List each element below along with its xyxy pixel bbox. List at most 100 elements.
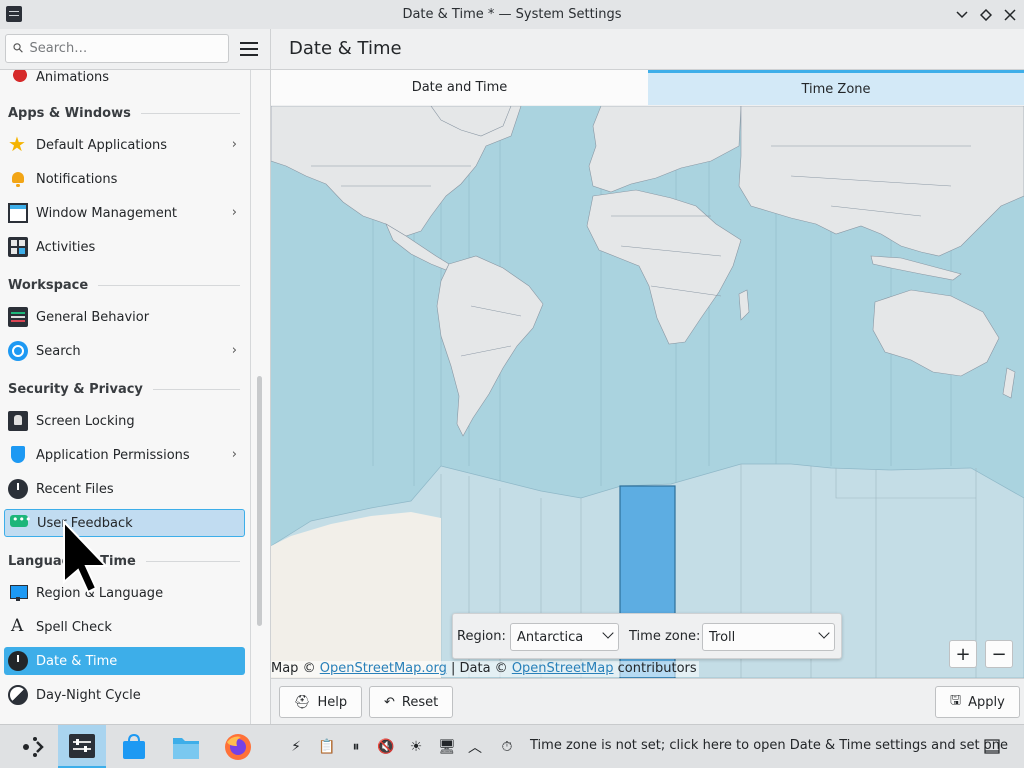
- activities-icon: [8, 237, 28, 257]
- mouse-cursor: [63, 520, 109, 594]
- taskbar-firefox[interactable]: [214, 725, 262, 768]
- system-settings-icon: [69, 733, 95, 758]
- sidebar-item-activities[interactable]: Activities: [4, 233, 245, 261]
- show-desktop-icon[interactable]: [982, 737, 1002, 757]
- time-zone-combobox[interactable]: Troll: [702, 623, 835, 651]
- sidebar-scrollbar[interactable]: [257, 376, 262, 626]
- sidebar-item-day-night-cycle[interactable]: Day-Night Cycle: [4, 681, 245, 709]
- sidebar-item-label: Day-Night Cycle: [36, 687, 141, 703]
- apply-button[interactable]: 🖫 Apply: [935, 686, 1020, 718]
- day-night-icon: [8, 685, 28, 705]
- header-divider: [270, 29, 271, 70]
- sidebar-item-notifications[interactable]: Notifications: [4, 165, 245, 193]
- sidebar-item-user-feedback[interactable]: User Feedback: [4, 509, 245, 537]
- openstreetmap-link[interactable]: OpenStreetMap: [512, 661, 614, 676]
- system-settings-app-icon[interactable]: [6, 6, 22, 22]
- chevron-right-icon: ›: [231, 343, 237, 358]
- section-header: Language & Time: [8, 551, 240, 571]
- sidebar-item-date-time[interactable]: Date & Time: [4, 647, 245, 675]
- region-value: Antarctica: [517, 629, 584, 645]
- monitor-flag-icon: [8, 583, 28, 603]
- help-button[interactable]: ⛑ Help: [279, 686, 363, 718]
- sidebar-item-general-behavior[interactable]: General Behavior: [4, 303, 245, 331]
- title-bar: Date & Time * — System Settings: [0, 0, 1024, 29]
- time-zone-map[interactable]: [271, 106, 1024, 678]
- sidebar-item-label: Search: [36, 343, 81, 359]
- sidebar-item-label: Notifications: [36, 171, 118, 187]
- animations-icon: [8, 70, 28, 87]
- taskbar-system-settings[interactable]: [58, 725, 106, 768]
- map-attribution: Map © OpenStreetMap.org | Data © OpenStr…: [271, 661, 699, 677]
- kde-connect-icon[interactable]: ⚡: [286, 737, 306, 757]
- chevron-down-icon: [956, 11, 968, 19]
- diamond-icon: [980, 9, 992, 21]
- hamburger-menu-button[interactable]: [238, 39, 260, 59]
- sidebar-item-screen-locking[interactable]: Screen Locking: [4, 407, 245, 435]
- save-icon: 🖫: [950, 693, 962, 708]
- tab-bar: Date and Time Time Zone: [271, 70, 1024, 105]
- network-icon[interactable]: 🖥: [437, 737, 457, 757]
- page-title: Date & Time: [289, 38, 402, 59]
- zoom-in-button[interactable]: +: [949, 640, 977, 668]
- clock-alert-icon[interactable]: ⏱: [497, 737, 517, 757]
- search-input[interactable]: [29, 41, 210, 56]
- time-zone-selector: Region: Antarctica Time zone: Troll: [452, 613, 842, 659]
- sidebar-item-window-management[interactable]: Window Management ›: [4, 199, 245, 227]
- discover-store-icon: [123, 733, 145, 759]
- chevron-right-icon: ›: [231, 205, 237, 220]
- timezone-notification[interactable]: Time zone is not set; click here to open…: [530, 738, 1008, 753]
- launcher-icon: [23, 737, 44, 757]
- general-behavior-icon: [8, 307, 28, 327]
- sidebar-item-default-applications[interactable]: Default Applications ›: [4, 131, 245, 159]
- bell-icon: [8, 169, 28, 189]
- chevron-down-icon: [818, 627, 830, 639]
- tab-time-zone[interactable]: Time Zone: [648, 70, 1024, 105]
- application-launcher-button[interactable]: [10, 725, 58, 768]
- clock-icon: [8, 479, 28, 499]
- hamburger-line: [240, 42, 258, 44]
- chevron-down-icon: [602, 627, 614, 639]
- hamburger-line: [240, 48, 258, 50]
- taskbar-file-manager[interactable]: [162, 725, 210, 768]
- window-title: Date & Time * — System Settings: [402, 7, 622, 22]
- section-header: Apps & Windows: [8, 103, 240, 123]
- clipboard-icon[interactable]: 📋: [317, 737, 337, 757]
- expand-tray-icon[interactable]: ︿: [465, 737, 485, 757]
- media-pause-icon[interactable]: ⏸: [346, 737, 366, 757]
- sidebar-item-application-permissions[interactable]: Application Permissions ›: [4, 441, 245, 469]
- search-icon: ⚲: [10, 39, 28, 58]
- hamburger-line: [240, 54, 258, 56]
- sidebar-item-region-language[interactable]: Region & Language: [4, 579, 245, 607]
- sidebar[interactable]: Animations Apps & Windows Default Applic…: [0, 70, 250, 724]
- volume-muted-icon[interactable]: 🔇: [376, 737, 396, 757]
- brightness-icon[interactable]: ☀: [406, 737, 426, 757]
- search-box[interactable]: ⚲: [5, 34, 229, 63]
- minimize-button[interactable]: [951, 4, 973, 26]
- sidebar-item-label: Spell Check: [36, 619, 112, 635]
- sidebar-item-search[interactable]: Search ›: [4, 337, 245, 365]
- close-button[interactable]: [999, 4, 1021, 26]
- time-zone-label: Time zone:: [629, 629, 701, 644]
- folder-icon: [173, 738, 199, 759]
- shield-icon: [8, 445, 28, 465]
- zoom-out-button[interactable]: −: [985, 640, 1013, 668]
- lock-icon: [8, 411, 28, 431]
- reset-button[interactable]: ↶ Reset: [369, 686, 454, 718]
- sidebar-item-spell-check[interactable]: Spell Check: [4, 613, 245, 641]
- header-bar: ⚲ Date & Time: [0, 29, 1024, 70]
- section-header: Security & Privacy: [8, 379, 240, 399]
- openstreetmap-org-link[interactable]: OpenStreetMap.org: [320, 661, 447, 676]
- sidebar-item-label: Animations: [36, 70, 110, 85]
- region-combobox[interactable]: Antarctica: [510, 623, 619, 651]
- world-map: [271, 106, 1024, 678]
- attribution-text: contributors: [617, 661, 697, 676]
- taskbar-discover[interactable]: [110, 725, 158, 768]
- time-zone-value: Troll: [709, 629, 736, 645]
- sidebar-item-animations[interactable]: Animations: [4, 70, 245, 91]
- sidebar-item-label: Window Management: [36, 205, 178, 221]
- window-icon: [8, 203, 28, 223]
- tab-date-and-time[interactable]: Date and Time: [271, 70, 648, 105]
- maximize-button[interactable]: [975, 4, 997, 26]
- taskbar: ⚡ 📋 ⏸ 🔇 ☀ 🖥 ︿ ⏱ Time zone is not set; cl…: [0, 724, 1024, 768]
- sidebar-item-recent-files[interactable]: Recent Files: [4, 475, 245, 503]
